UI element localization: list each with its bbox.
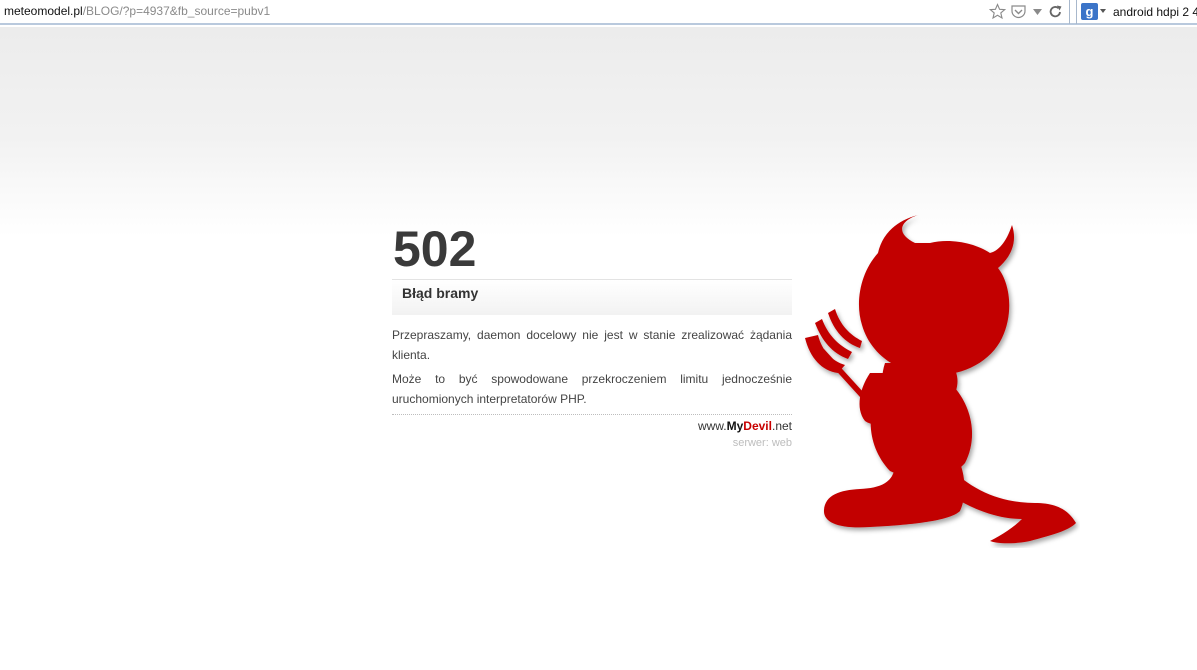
browser-toolbar: meteomodel.pl/BLOG/?p=4937&fb_source=pub… <box>0 0 1197 25</box>
search-input[interactable]: android hdpi 2 4 <box>1113 5 1197 19</box>
error-title-bar: Błąd bramy <box>392 279 792 315</box>
star-icon[interactable] <box>989 3 1006 20</box>
footer: www.MyDevil.net serwer: web <box>392 418 792 450</box>
search-engine-dropdown-icon[interactable] <box>1100 9 1106 13</box>
brand-prefix: www. <box>697 419 727 433</box>
divider <box>392 414 792 415</box>
url-domain: meteomodel.pl <box>4 4 83 18</box>
address-bar-icons <box>989 3 1063 20</box>
search-bar[interactable]: g android hdpi 2 4 <box>1076 0 1197 24</box>
brand-devil: Devil <box>743 419 772 433</box>
bsd-daemon-illustration <box>805 215 1076 544</box>
url-text[interactable]: meteomodel.pl/BLOG/?p=4937&fb_source=pub… <box>4 4 270 19</box>
brand-my: My <box>726 419 744 433</box>
dropdown-arrow-icon[interactable] <box>1031 3 1044 20</box>
server-label: serwer: web <box>732 437 792 449</box>
reload-icon[interactable] <box>1048 3 1063 20</box>
address-bar[interactable]: meteomodel.pl/BLOG/?p=4937&fb_source=pub… <box>0 0 1070 24</box>
url-path: /BLOG/?p=4937&fb_source=pubv1 <box>82 4 271 18</box>
error-code: 502 <box>393 221 477 277</box>
error-message-line-2: Może to być spowodowane przekroczeniem l… <box>392 372 792 406</box>
error-panel: 502 Błąd bramy Przepraszamy, daemon doce… <box>392 221 792 450</box>
brand-suffix: .net <box>771 419 792 433</box>
brand-link[interactable]: www.MyDevil.net <box>392 418 792 434</box>
error-message-line-1: Przepraszamy, daemon docelowy nie jest w… <box>392 328 792 362</box>
error-title: Błąd bramy <box>402 285 479 301</box>
google-icon[interactable]: g <box>1081 3 1098 20</box>
error-message: Przepraszamy, daemon docelowy nie jest w… <box>392 326 792 409</box>
page-content: 502 Błąd bramy Przepraszamy, daemon doce… <box>0 27 1197 670</box>
pocket-icon[interactable] <box>1010 3 1027 20</box>
